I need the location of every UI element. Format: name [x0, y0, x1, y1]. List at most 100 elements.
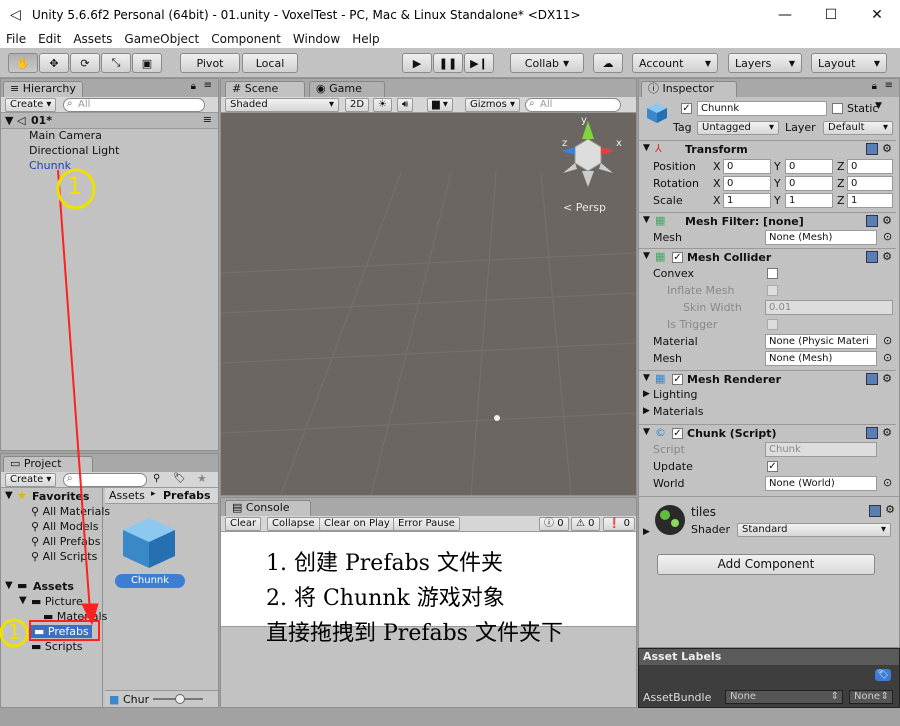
- tag-icon[interactable]: 🏷︎: [875, 669, 891, 681]
- audio-icon[interactable]: 🔊︎: [397, 98, 414, 112]
- expand-arrow-icon[interactable]: ▼: [643, 373, 650, 383]
- asset-bundle-dropdown[interactable]: None ⇕: [725, 690, 843, 704]
- menu-edit[interactable]: Edit: [38, 32, 61, 46]
- layout-dropdown[interactable]: Layout ▼: [811, 53, 887, 73]
- asset-item-chunnk[interactable]: Chunnk: [113, 512, 189, 592]
- active-checkbox[interactable]: ✓: [681, 103, 692, 114]
- play-button[interactable]: ▶: [402, 53, 432, 73]
- static-checkbox[interactable]: [832, 103, 843, 114]
- world-field[interactable]: None (World): [765, 476, 877, 491]
- expand-arrow-icon[interactable]: ▶: [643, 527, 650, 537]
- menu-component[interactable]: Component: [211, 32, 281, 46]
- chunk-script-enabled-checkbox[interactable]: ✓: [672, 428, 683, 439]
- hierarchy-item-chunnk[interactable]: Chunnk: [29, 159, 71, 172]
- console-warning-toggle[interactable]: ⚠ 0: [571, 517, 600, 531]
- console-error-toggle[interactable]: ❗ 0: [603, 517, 636, 531]
- sun-icon[interactable]: ☀: [373, 98, 392, 112]
- scale-y-field[interactable]: 1: [785, 193, 833, 208]
- folder-picture[interactable]: ▬ Picture: [31, 595, 83, 608]
- breadcrumb-prefabs[interactable]: Prefabs: [163, 489, 211, 502]
- materials-foldout[interactable]: Materials: [653, 405, 703, 418]
- image-effects-icon[interactable]: ▆ ▾: [427, 98, 453, 112]
- help-book-icon[interactable]: [866, 427, 878, 439]
- hierarchy-create-button[interactable]: Create ▾: [5, 98, 57, 112]
- gear-icon[interactable]: ⚙: [885, 503, 895, 516]
- collab-button[interactable]: Collab ▼: [510, 53, 584, 73]
- expand-arrow-icon[interactable]: ▼: [643, 427, 650, 437]
- close-button[interactable]: ✕: [854, 0, 900, 30]
- shader-dropdown[interactable]: Standard ▾: [737, 523, 891, 537]
- tab-console[interactable]: ▤ Console: [225, 500, 311, 516]
- shading-dropdown[interactable]: Shaded ▾: [225, 98, 339, 112]
- expand-arrow-icon[interactable]: ▼: [643, 215, 650, 225]
- tag-dropdown[interactable]: Untagged ▾: [697, 121, 779, 135]
- tab-scene[interactable]: # Scene: [225, 81, 305, 97]
- help-book-icon[interactable]: [869, 505, 881, 517]
- favorite-star-icon[interactable]: ★: [197, 472, 207, 485]
- menu-window[interactable]: Window: [293, 32, 340, 46]
- skin-width-field[interactable]: 0.01: [765, 300, 893, 315]
- menu-file[interactable]: File: [6, 32, 26, 46]
- hierarchy-item-directional-light[interactable]: Directional Light: [29, 144, 119, 157]
- expand-arrow-icon[interactable]: ▼: [5, 114, 13, 127]
- hierarchy-search-input[interactable]: All: [63, 98, 205, 112]
- gear-icon[interactable]: ⚙: [882, 372, 892, 385]
- asset-variant-dropdown[interactable]: None ⇕: [849, 690, 893, 704]
- mesh-filter-header[interactable]: ▼ ▦ Mesh Filter: [none] ⚙: [639, 212, 896, 229]
- rotate-tool-icon[interactable]: ⟳: [70, 53, 100, 73]
- folder-materials[interactable]: ▬ Materials: [43, 610, 107, 623]
- physic-material-field[interactable]: None (Physic Materi: [765, 334, 877, 349]
- maximize-button[interactable]: ☐: [808, 0, 854, 30]
- is-trigger-checkbox[interactable]: [767, 319, 778, 330]
- chunk-script-header[interactable]: ▼ © ✓ Chunk (Script) ⚙: [639, 424, 896, 441]
- gear-icon[interactable]: ⚙: [882, 426, 892, 439]
- rotation-z-field[interactable]: 0: [847, 176, 893, 191]
- tab-inspector[interactable]: ⓘ Inspector: [641, 81, 737, 97]
- scale-z-field[interactable]: 1: [847, 193, 893, 208]
- mesh-collider-header[interactable]: ▼ ▦ ✓ Mesh Collider ⚙: [639, 248, 896, 265]
- scale-tool-icon[interactable]: ⤡: [101, 53, 131, 73]
- menu-assets[interactable]: Assets: [73, 32, 112, 46]
- panel-menu-icon[interactable]: ≡: [885, 80, 893, 91]
- filter-type-icon[interactable]: ⚲: [153, 473, 160, 484]
- gear-icon[interactable]: ⚙: [882, 142, 892, 155]
- mesh-collider-enabled-checkbox[interactable]: ✓: [672, 252, 683, 263]
- tab-game[interactable]: ◉ Game: [309, 81, 385, 97]
- rotation-x-field[interactable]: 0: [723, 176, 771, 191]
- mesh-renderer-header[interactable]: ▼ ▦ ✓ Mesh Renderer ⚙: [639, 370, 896, 387]
- console-clear-button[interactable]: Clear: [225, 517, 262, 531]
- collider-mesh-field[interactable]: None (Mesh): [765, 351, 877, 366]
- menu-gameobject[interactable]: GameObject: [124, 32, 199, 46]
- object-picker-icon[interactable]: ⊙: [883, 334, 892, 347]
- position-x-field[interactable]: 0: [723, 159, 771, 174]
- move-tool-icon[interactable]: ✥: [39, 53, 69, 73]
- scene-orientation-gizmo[interactable]: [553, 121, 623, 191]
- layer-dropdown[interactable]: Default ▾: [823, 121, 893, 135]
- console-clear-on-play-button[interactable]: Clear on Play: [319, 517, 395, 531]
- scene-menu-icon[interactable]: ≡: [203, 113, 212, 126]
- lock-icon[interactable]: 🔒︎: [872, 81, 877, 92]
- scene-search-input[interactable]: All: [525, 98, 621, 112]
- project-search-input[interactable]: [63, 473, 147, 487]
- expand-arrow-icon[interactable]: ▼: [643, 251, 650, 261]
- minimize-button[interactable]: —: [762, 0, 808, 30]
- tab-project[interactable]: ▭ Project: [3, 456, 93, 472]
- console-error-pause-button[interactable]: Error Pause: [393, 517, 460, 531]
- position-y-field[interactable]: 0: [785, 159, 833, 174]
- help-book-icon[interactable]: [866, 143, 878, 155]
- mesh-filter-mesh-field[interactable]: None (Mesh): [765, 230, 877, 245]
- scene-viewport[interactable]: y x z < Persp: [221, 113, 636, 495]
- gear-icon[interactable]: ⚙: [882, 250, 892, 263]
- update-checkbox[interactable]: ✓: [767, 461, 778, 472]
- expand-arrow-icon[interactable]: ▶: [643, 389, 650, 399]
- script-field[interactable]: Chunk: [765, 442, 877, 457]
- tab-hierarchy[interactable]: ≡ Hierarchy: [3, 81, 83, 97]
- mesh-renderer-enabled-checkbox[interactable]: ✓: [672, 374, 683, 385]
- inflate-mesh-checkbox[interactable]: [767, 285, 778, 296]
- filter-label-icon[interactable]: 🏷︎: [173, 473, 186, 484]
- persp-label[interactable]: < Persp: [563, 201, 606, 214]
- object-name-field[interactable]: Chunnk: [697, 101, 827, 116]
- pause-button[interactable]: ❚❚: [433, 53, 463, 73]
- layers-dropdown[interactable]: Layers ▼: [728, 53, 802, 73]
- pivot-button[interactable]: Pivot: [180, 53, 240, 73]
